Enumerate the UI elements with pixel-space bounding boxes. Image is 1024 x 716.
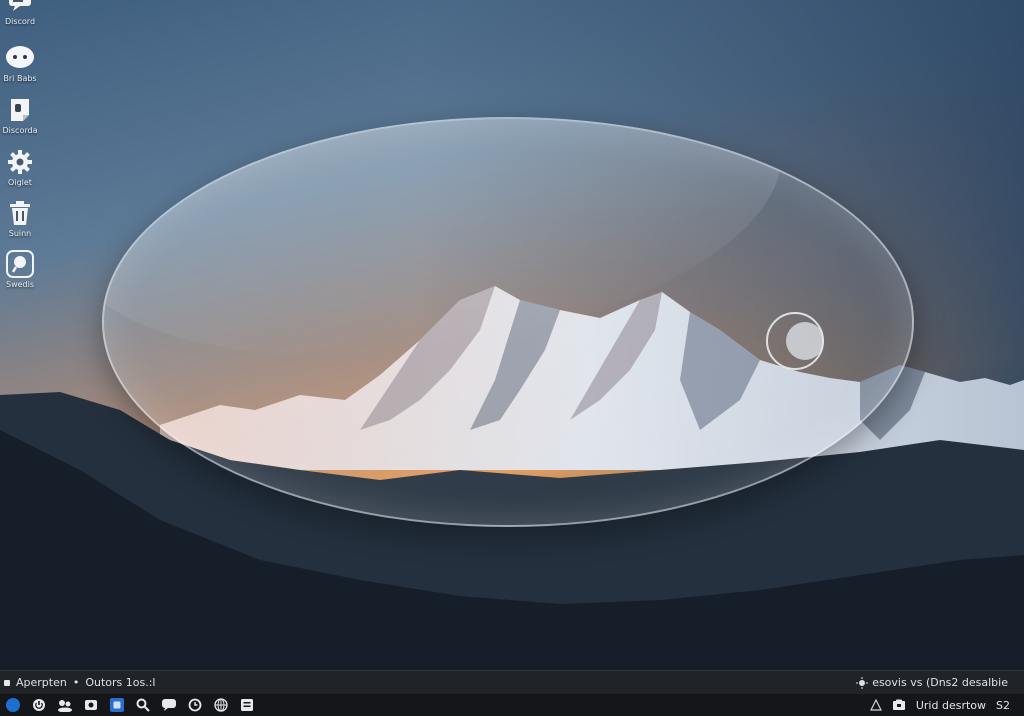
app-indicator-icon [4, 679, 10, 686]
tray-value[interactable]: S2 [996, 699, 1010, 712]
brightness-icon[interactable] [856, 676, 869, 689]
taskbar-people-button[interactable] [54, 695, 76, 715]
taskbar-store-button[interactable] [106, 695, 128, 715]
desktop-icon-trash[interactable]: Suinn [0, 198, 40, 244]
network-icon[interactable] [869, 699, 882, 711]
info-separator: • [72, 676, 80, 689]
desktop-icon-notes[interactable]: Discorda [0, 95, 40, 141]
orb-knob [786, 322, 824, 360]
taskbar: Urid desrtow S2 [0, 694, 1024, 716]
desktop-icon-label: Swedis [5, 280, 34, 289]
desktop-icon-messages[interactable]: Bri Babs [0, 43, 40, 89]
trash-icon [5, 198, 35, 228]
chat-icon [162, 699, 176, 711]
info-bar: Aperpten • Outors 1os.:l esovis vs (Dns2… [0, 670, 1024, 694]
desktop-icon-label: Oiglet [8, 178, 32, 187]
sticky-note-icon [5, 95, 35, 125]
taskbar-magnify-button[interactable] [132, 695, 154, 715]
tray-text[interactable]: Urid desrtow [916, 699, 986, 712]
taskbar-files-button[interactable] [236, 695, 258, 715]
info-right-text: esovis vs (Dns2 desalbie [872, 676, 1008, 689]
speech-bubble-icon [5, 43, 35, 73]
taskbar-start-button[interactable] [2, 695, 24, 715]
start-orb-icon [6, 698, 20, 712]
search-icon [5, 249, 35, 279]
camera-icon [85, 700, 97, 710]
taskbar-camera-button[interactable] [80, 695, 102, 715]
taskbar-timer-button[interactable] [184, 695, 206, 715]
desktop-icon-chat[interactable]: Discord [0, 0, 40, 32]
magnifier-icon [136, 698, 150, 712]
info-status: Outors 1os.:l [85, 676, 156, 689]
store-icon [110, 698, 124, 712]
orb-toggle-button[interactable] [766, 312, 824, 370]
gear-icon [5, 147, 35, 177]
globe-icon [214, 698, 228, 712]
taskbar-power-button[interactable] [28, 695, 50, 715]
desktop-icon-label: Suinn [8, 229, 32, 238]
desktop-icon-label: Discord [4, 17, 36, 26]
timer-icon [188, 698, 202, 712]
power-icon [33, 699, 45, 711]
taskbar-chat-button[interactable] [158, 695, 180, 715]
desktop-icon-settings[interactable]: Oiglet [0, 147, 40, 193]
chat-bubble-icon [5, 0, 35, 16]
desktop-icon-label: Discorda [2, 126, 38, 135]
desktop-icon-search[interactable]: Swedis [0, 249, 40, 295]
files-icon [241, 699, 253, 711]
people-icon [58, 700, 72, 712]
glass-sheen [104, 119, 802, 398]
tray-folder-icon[interactable] [892, 699, 906, 711]
taskbar-globe-button[interactable] [210, 695, 232, 715]
info-app-name[interactable]: Aperpten [16, 676, 67, 689]
desktop-icon-label: Bri Babs [3, 74, 37, 83]
